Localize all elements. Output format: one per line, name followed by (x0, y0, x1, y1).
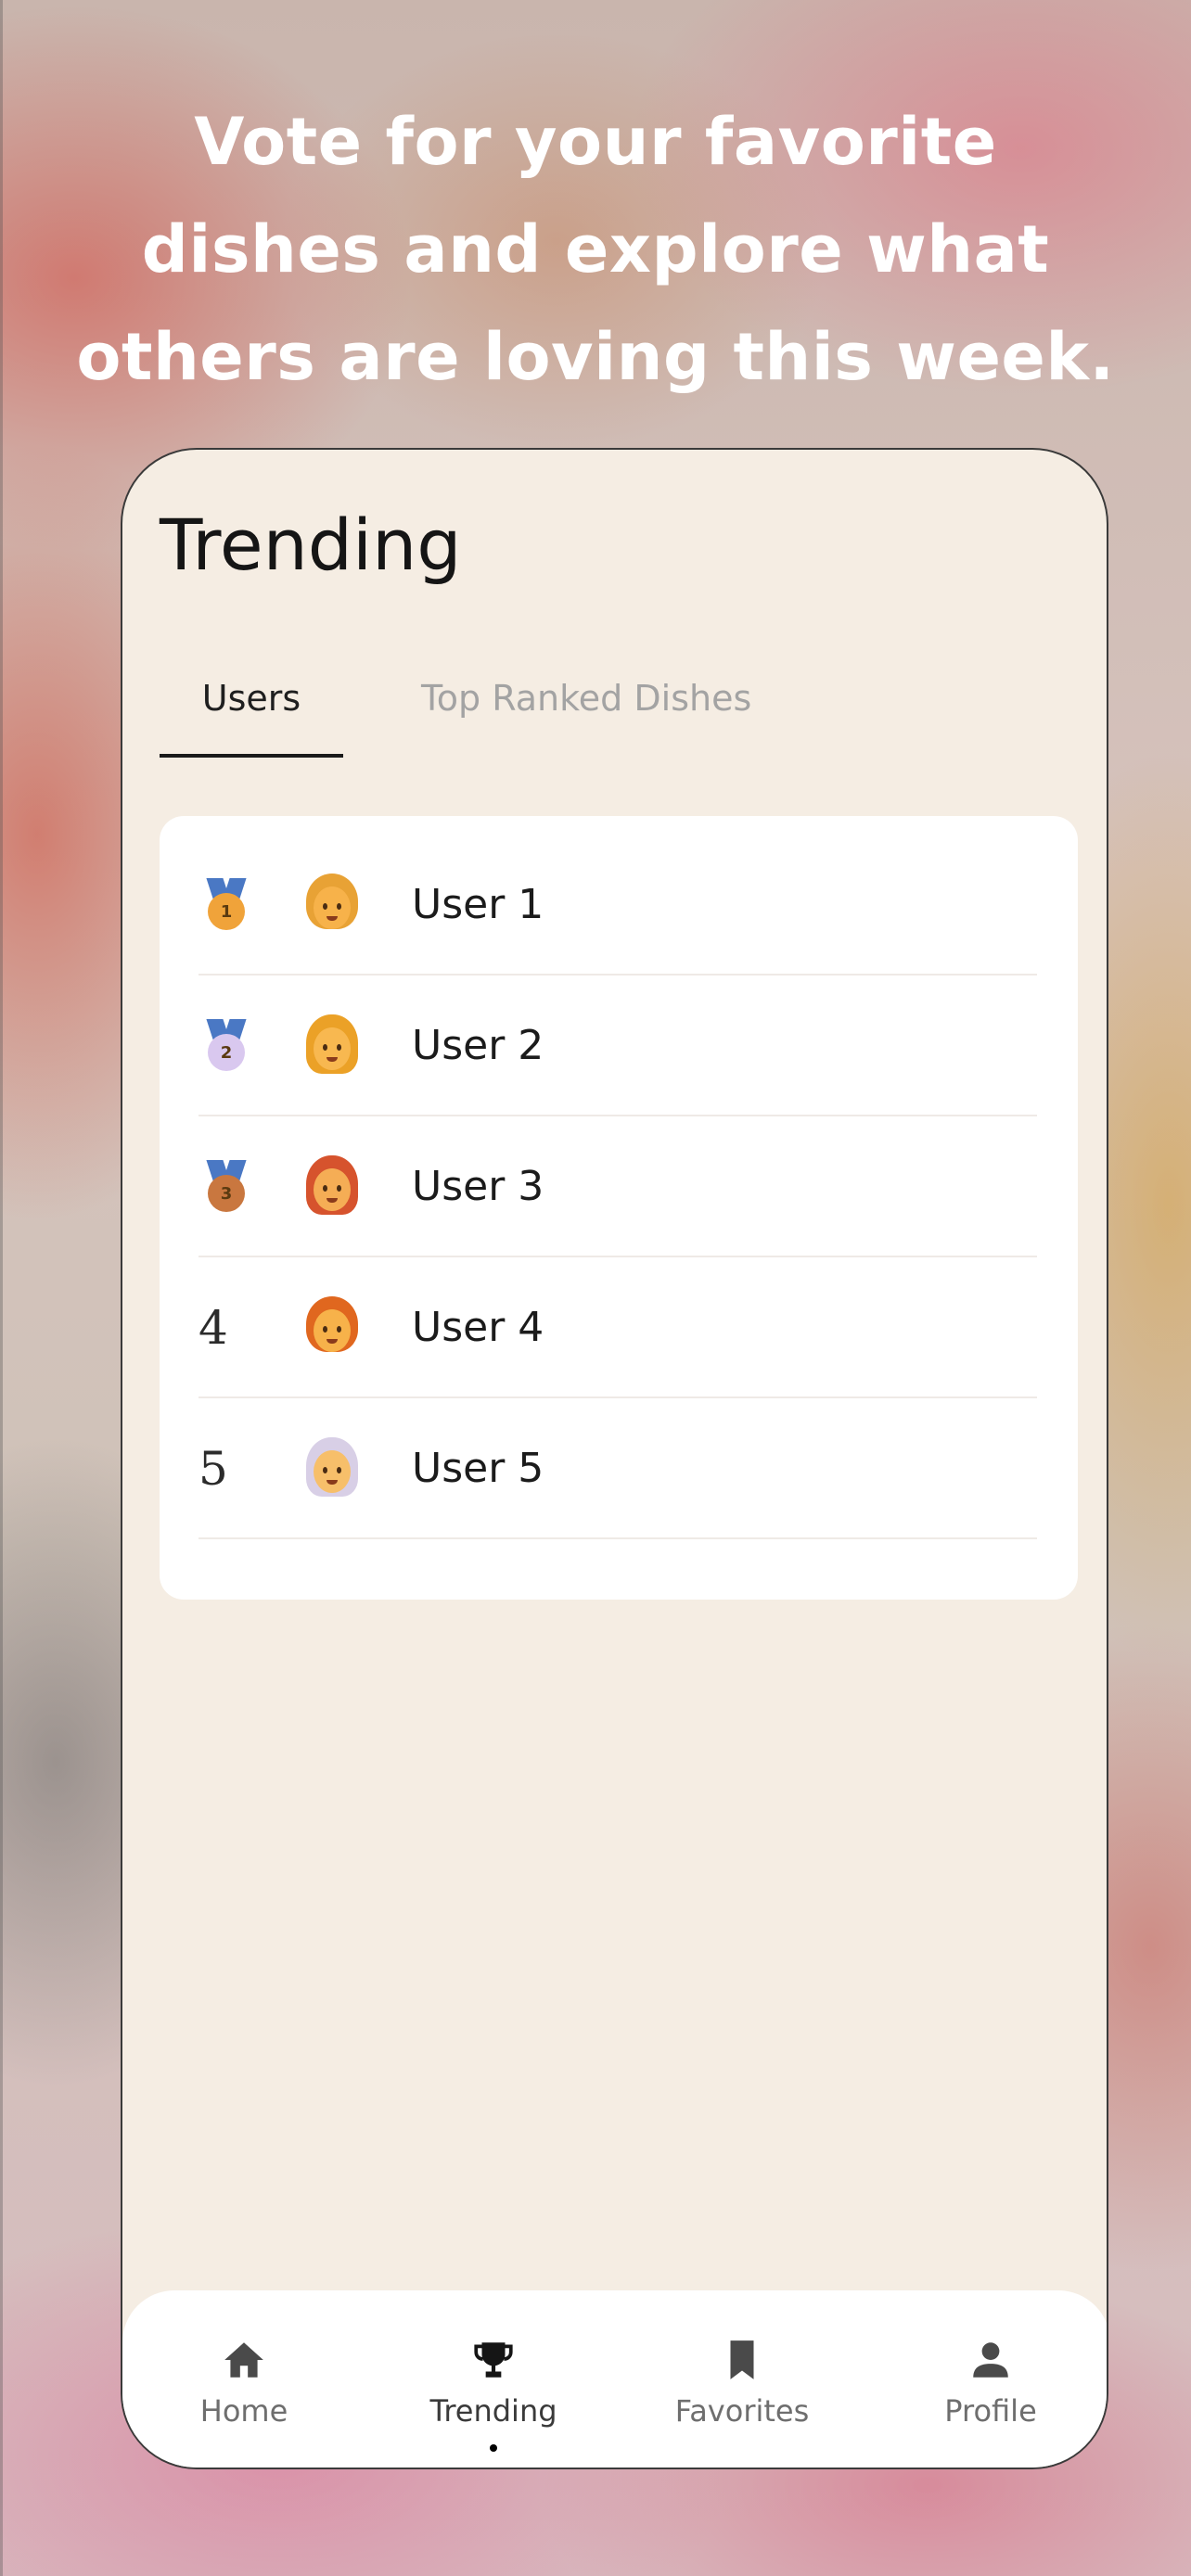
user-name: User 4 (412, 1304, 544, 1351)
page-title: Trending (160, 504, 462, 586)
phone-screen: Trending Users Top Ranked Dishes 1 User … (121, 448, 1108, 2469)
nav-item-home[interactable]: Home (151, 2337, 337, 2439)
leaderboard-row[interactable]: 5 User 5 (198, 1398, 1037, 1539)
man-red-hair-icon (302, 1296, 362, 1359)
gold-medal-icon: 1 (206, 878, 247, 932)
leaderboard-row[interactable]: 1 User 1 (198, 835, 1037, 976)
promo-headline: Vote for your favorite dishes and explor… (76, 104, 1115, 395)
nav-label: Favorites (674, 2393, 810, 2429)
tab-users[interactable]: Users (160, 672, 343, 724)
rank-badge: 1 (198, 877, 254, 933)
nav-label: Home (199, 2393, 288, 2429)
nav-item-trending[interactable]: Trending (401, 2337, 586, 2452)
bookmark-icon (719, 2337, 765, 2383)
user-name: User 1 (412, 881, 544, 928)
tab-top-ranked-dishes[interactable]: Top Ranked Dishes (421, 672, 751, 724)
bronze-medal-icon: 3 (206, 1160, 247, 1214)
user-name: User 3 (412, 1163, 544, 1210)
leaderboard-row[interactable]: 2 User 2 (198, 976, 1037, 1116)
leaderboard-row[interactable]: 3 User 3 (198, 1116, 1037, 1257)
bottom-nav-bar: Home Trending Favorites Profile (122, 2290, 1107, 2468)
user-name: User 5 (412, 1445, 544, 1492)
old-woman-icon (302, 1437, 362, 1500)
nav-item-favorites[interactable]: Favorites (649, 2337, 835, 2439)
nav-label: Profile (944, 2393, 1037, 2429)
person-blond-icon (302, 874, 362, 937)
leaderboard-card: 1 User 1 2 User 2 3 User 3 4 User 4 5 Us… (160, 816, 1078, 1600)
active-nav-indicator (490, 2444, 497, 2452)
silver-medal-icon: 2 (206, 1019, 247, 1073)
trophy-icon (470, 2337, 517, 2383)
nav-item-profile[interactable]: Profile (898, 2337, 1083, 2439)
nav-label: Trending (429, 2393, 557, 2429)
rank-badge: 2 (198, 1018, 254, 1074)
rank-number: 5 (198, 1442, 228, 1496)
rank-number: 4 (198, 1301, 228, 1355)
person-icon (967, 2337, 1014, 2383)
leaderboard-row[interactable]: 4 User 4 (198, 1257, 1037, 1398)
user-name: User 2 (412, 1022, 544, 1069)
rank-badge: 3 (198, 1159, 254, 1215)
active-tab-indicator (160, 754, 343, 758)
woman-red-hair-icon (302, 1155, 362, 1218)
home-icon (221, 2337, 267, 2383)
woman-blond-icon (302, 1014, 362, 1078)
